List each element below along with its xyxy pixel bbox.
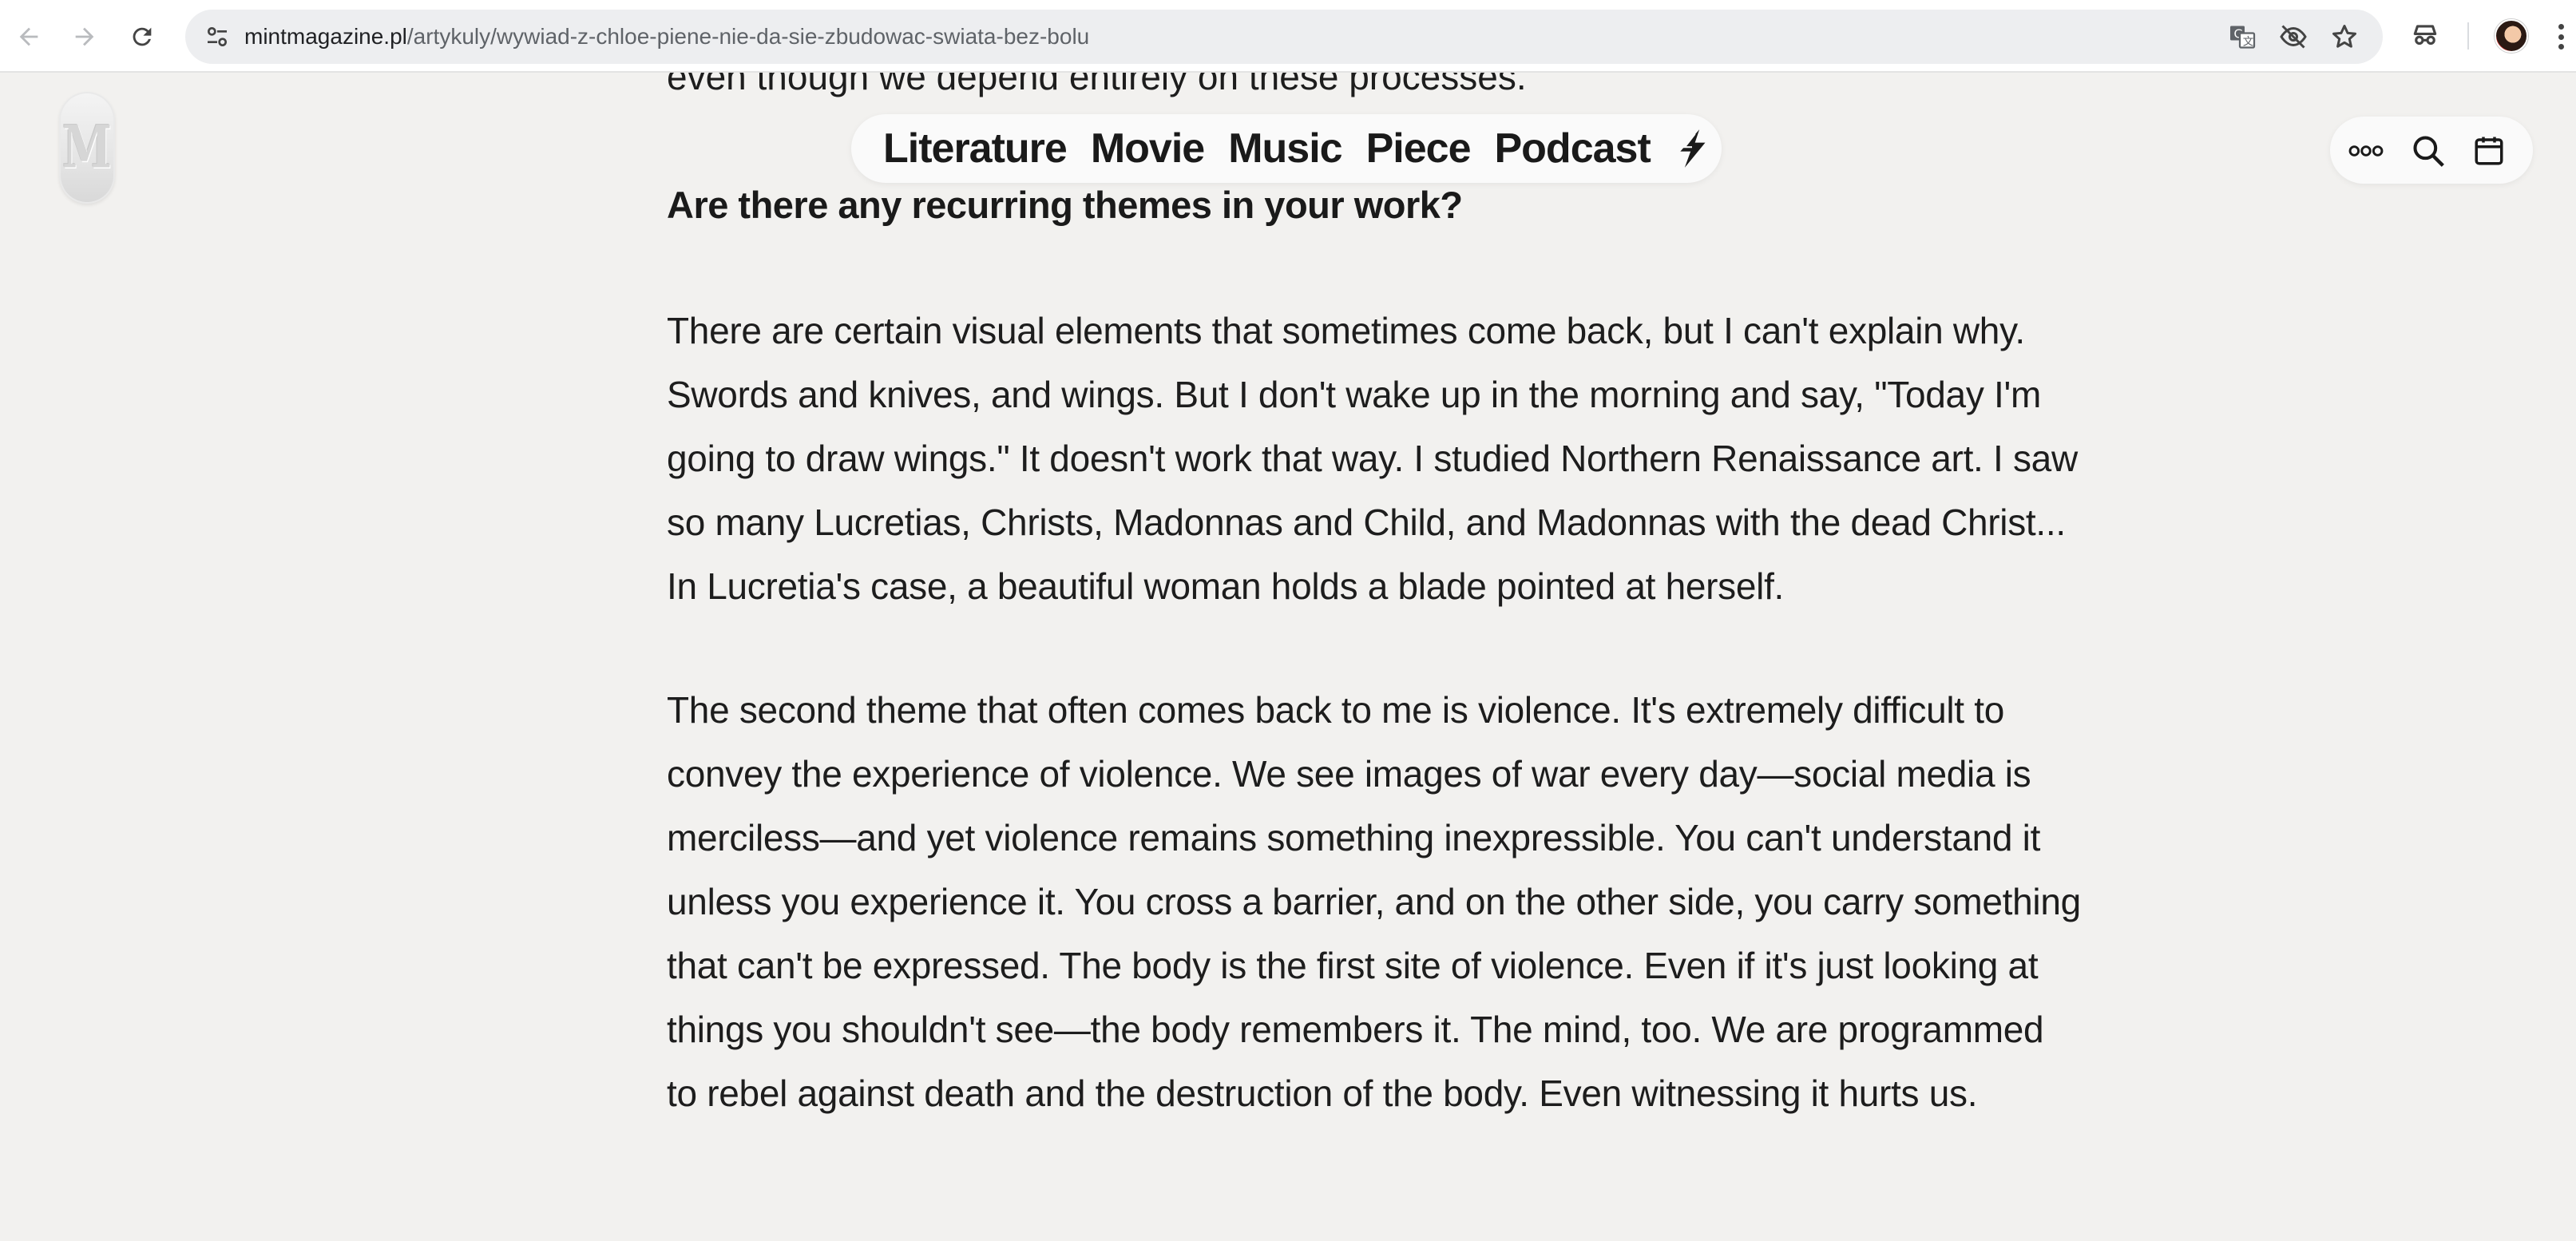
main-nav: Literature Movie Music Piece Podcast bbox=[851, 114, 1722, 183]
reload-icon[interactable] bbox=[125, 19, 160, 54]
calendar-icon[interactable] bbox=[2471, 133, 2507, 169]
star-icon[interactable] bbox=[2328, 21, 2360, 53]
answer-paragraph-2: The second theme that often comes back t… bbox=[667, 678, 2136, 1125]
toolbar-divider bbox=[2467, 22, 2469, 50]
address-bar[interactable]: mintmagazine.pl/artykuly/wywiad-z-chloe-… bbox=[185, 10, 2383, 64]
search-icon[interactable] bbox=[2410, 133, 2447, 169]
browser-toolbar: mintmagazine.pl/artykuly/wywiad-z-chloe-… bbox=[0, 0, 2576, 73]
page-viewport: even though we depend entirely on these … bbox=[0, 73, 2576, 1241]
eye-off-icon[interactable] bbox=[2277, 21, 2309, 53]
paragraph-line: merciless—and yet violence remains somet… bbox=[667, 817, 2041, 858]
logo-letter: M bbox=[62, 113, 112, 182]
lightning-icon[interactable] bbox=[1674, 126, 1713, 171]
paragraph-line: convey the experience of violence. We se… bbox=[667, 753, 2031, 795]
paragraph-line: The second theme that often comes back t… bbox=[667, 689, 2005, 731]
paragraph-line: There are certain visual elements that s… bbox=[667, 310, 2025, 351]
paragraph-line: going to draw wings." It doesn't work th… bbox=[667, 438, 2078, 479]
paragraph-line: unless you experience it. You cross a ba… bbox=[667, 881, 2081, 922]
answer-paragraph-1: There are certain visual elements that s… bbox=[667, 299, 2136, 618]
site-logo[interactable]: M bbox=[59, 92, 115, 204]
paragraph-line: In Lucretia's case, a beautiful woman ho… bbox=[667, 565, 1785, 607]
paragraph-line: Swords and knives, and wings. But I don'… bbox=[667, 374, 2042, 415]
profile-avatar[interactable] bbox=[2495, 19, 2528, 53]
more-icon[interactable] bbox=[2348, 133, 2384, 169]
translate-icon[interactable]: G文 bbox=[2226, 21, 2258, 53]
paragraph-line: so many Lucretias, Christs, Madonnas and… bbox=[667, 502, 2066, 543]
back-icon[interactable] bbox=[11, 19, 46, 54]
url-path: /artykuly/wywiad-z-chloe-piene-nie-da-si… bbox=[406, 24, 1090, 49]
nav-movie[interactable]: Movie bbox=[1091, 125, 1205, 172]
paragraph-line: that can't be expressed. The body is the… bbox=[667, 945, 2039, 986]
interview-question: Are there any recurring themes in your w… bbox=[667, 184, 1463, 226]
kebab-menu-icon[interactable] bbox=[2550, 19, 2571, 54]
nav-piece[interactable]: Piece bbox=[1366, 125, 1472, 172]
incognito-icon[interactable] bbox=[2406, 16, 2444, 54]
nav-music[interactable]: Music bbox=[1228, 125, 1342, 172]
url-host: mintmagazine.pl bbox=[244, 24, 407, 49]
svg-text:文: 文 bbox=[2243, 36, 2254, 49]
nav-literature[interactable]: Literature bbox=[883, 125, 1068, 172]
paragraph-line: things you shouldn't see—the body rememb… bbox=[667, 1009, 2044, 1050]
url-text[interactable]: mintmagazine.pl/artykuly/wywiad-z-chloe-… bbox=[244, 10, 1089, 64]
article-text-clipped: even though we depend entirely on these … bbox=[667, 73, 1527, 97]
forward-icon[interactable] bbox=[67, 19, 102, 54]
nav-podcast[interactable]: Podcast bbox=[1494, 125, 1651, 172]
site-settings-icon[interactable] bbox=[201, 21, 233, 53]
tools-bar bbox=[2330, 117, 2533, 184]
paragraph-line: to rebel against death and the destructi… bbox=[667, 1072, 1978, 1114]
